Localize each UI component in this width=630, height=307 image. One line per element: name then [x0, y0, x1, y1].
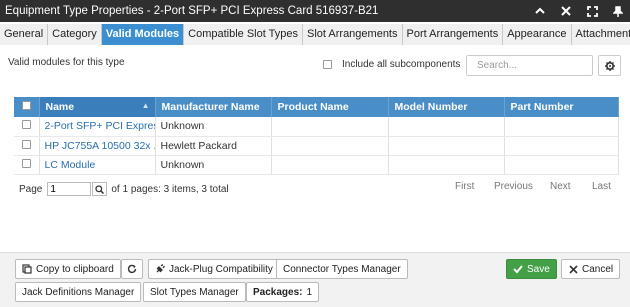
cell-manufacturer: Unknown	[155, 117, 272, 137]
include-all-checkbox[interactable]	[323, 60, 332, 69]
refresh-button[interactable]	[121, 259, 143, 279]
copy-to-clipboard-label: Copy to clipboard	[36, 263, 114, 275]
packages-button[interactable]: Packages: 1	[246, 282, 320, 302]
row-checkbox-cell[interactable]	[14, 155, 40, 175]
cell-product	[271, 117, 389, 137]
row-checkbox-cell[interactable]	[14, 136, 40, 156]
include-all-subcomponents[interactable]: Include all subcomponents	[323, 59, 460, 70]
cell-part	[504, 136, 619, 156]
connector-types-manager-button[interactable]: Connector Types Manager	[276, 259, 408, 279]
modules-grid: Name ▲ Manufacturer Name Product Name Mod…	[14, 97, 619, 175]
cell-model	[388, 155, 505, 175]
valid-modules-panel: Valid modules for this type Include all …	[0, 45, 630, 253]
module-link[interactable]: LC Module	[45, 159, 96, 171]
previous-page-link[interactable]: Previous	[494, 181, 533, 192]
module-link[interactable]: 2-Port SFP+ PCI Expres...	[45, 120, 155, 132]
cancel-button[interactable]: Cancel	[561, 259, 621, 279]
page-go-button[interactable]	[92, 182, 108, 196]
tab-compatible-slot-types[interactable]: Compatible Slot Types	[184, 24, 303, 45]
cell-manufacturer: Hewlett Packard	[155, 136, 272, 156]
table-row[interactable]: HP JC755A 10500 32x ... Hewlett Packard	[14, 136, 619, 156]
pin-icon[interactable]	[612, 5, 624, 17]
include-all-label: Include all subcomponents	[342, 59, 461, 70]
column-header-part[interactable]: Part Number	[504, 97, 619, 117]
last-page-link[interactable]: Last	[592, 181, 611, 192]
row-checkbox[interactable]	[21, 139, 31, 149]
pager: Page of 1 pages: 3 items, 3 total First …	[19, 181, 611, 197]
select-all-checkbox[interactable]	[21, 101, 31, 110]
table-row[interactable]: 2-Port SFP+ PCI Expres... Unknown	[14, 117, 619, 137]
jack-definitions-manager-button[interactable]: Jack Definitions Manager	[15, 282, 142, 302]
slot-types-manager-label: Slot Types Manager	[150, 286, 239, 298]
page-info: of 1 pages: 3 items, 3 total	[111, 183, 229, 195]
tab-appearance[interactable]: Appearance	[503, 24, 572, 45]
expand-icon[interactable]	[586, 5, 598, 17]
cancel-label: Cancel	[582, 263, 614, 275]
window-title: Equipment Type Properties - 2-Port SFP+ …	[5, 5, 379, 17]
cell-part	[504, 117, 619, 137]
table-row[interactable]: LC Module Unknown	[14, 155, 619, 175]
column-header-manufacturer[interactable]: Manufacturer Name	[155, 97, 272, 117]
tab-attachments[interactable]: Attachments	[571, 24, 630, 45]
tab-port-arrangements[interactable]: Port Arrangements	[402, 24, 504, 45]
sort-asc-icon: ▲	[141, 101, 150, 110]
cell-part	[504, 155, 619, 175]
cell-model	[388, 117, 505, 137]
close-icon[interactable]	[560, 5, 572, 17]
settings-button[interactable]	[598, 55, 621, 76]
packages-count: 1	[306, 286, 313, 298]
tab-slot-arrangements[interactable]: Slot Arrangements	[303, 24, 403, 45]
packages-label: Packages:	[253, 286, 303, 298]
clipboard-icon	[22, 264, 32, 274]
column-header-product[interactable]: Product Name	[271, 97, 389, 117]
gear-icon	[604, 60, 615, 71]
row-checkbox[interactable]	[21, 158, 31, 168]
search-icon	[95, 184, 105, 194]
jack-plug-compatibility-button[interactable]: Jack-Plug Compatibility	[148, 259, 280, 279]
chevron-up-icon[interactable]	[534, 5, 546, 17]
title-bar: Equipment Type Properties - 2-Port SFP+ …	[0, 0, 630, 22]
refresh-icon	[127, 264, 137, 274]
plug-icon	[155, 264, 165, 274]
jack-definitions-manager-label: Jack Definitions Manager	[22, 286, 135, 298]
tab-category[interactable]: Category	[48, 24, 102, 45]
cell-name[interactable]: 2-Port SFP+ PCI Expres...	[39, 117, 156, 137]
check-icon	[513, 264, 523, 274]
save-label: Save	[527, 263, 550, 275]
cell-product	[271, 136, 389, 156]
tab-valid-modules[interactable]: Valid Modules	[101, 24, 185, 45]
jack-plug-compatibility-label: Jack-Plug Compatibility	[169, 263, 273, 275]
dialog-footer: Copy to clipboard Jack-Plug Compatibilit…	[0, 253, 630, 307]
cell-name[interactable]: LC Module	[39, 155, 156, 175]
close-icon	[568, 264, 578, 274]
first-page-link[interactable]: First	[455, 181, 474, 192]
cell-product	[271, 155, 389, 175]
cell-name[interactable]: HP JC755A 10500 32x ...	[39, 136, 156, 156]
next-page-link[interactable]: Next	[550, 181, 571, 192]
page-label: Page	[19, 183, 43, 195]
page-input[interactable]	[47, 182, 92, 196]
window-controls	[534, 0, 624, 22]
panel-subtitle: Valid modules for this type	[8, 57, 125, 68]
column-header-model[interactable]: Model Number	[388, 97, 505, 117]
row-checkbox[interactable]	[21, 120, 31, 130]
connector-types-manager-label: Connector Types Manager	[283, 263, 401, 275]
copy-to-clipboard-button[interactable]: Copy to clipboard	[15, 259, 121, 279]
tab-bar: General Category Valid Modules Compatibl…	[0, 24, 630, 45]
column-header-name[interactable]: Name ▲	[39, 97, 156, 117]
slot-types-manager-button[interactable]: Slot Types Manager	[143, 282, 246, 302]
cell-model	[388, 136, 505, 156]
save-button[interactable]: Save	[506, 259, 557, 279]
cell-manufacturer: Unknown	[155, 155, 272, 175]
tab-general[interactable]: General	[0, 24, 49, 45]
row-checkbox-cell[interactable]	[14, 117, 40, 137]
module-link[interactable]: HP JC755A 10500 32x ...	[45, 140, 155, 152]
search-input[interactable]	[466, 55, 593, 76]
select-all-header[interactable]	[14, 97, 40, 117]
